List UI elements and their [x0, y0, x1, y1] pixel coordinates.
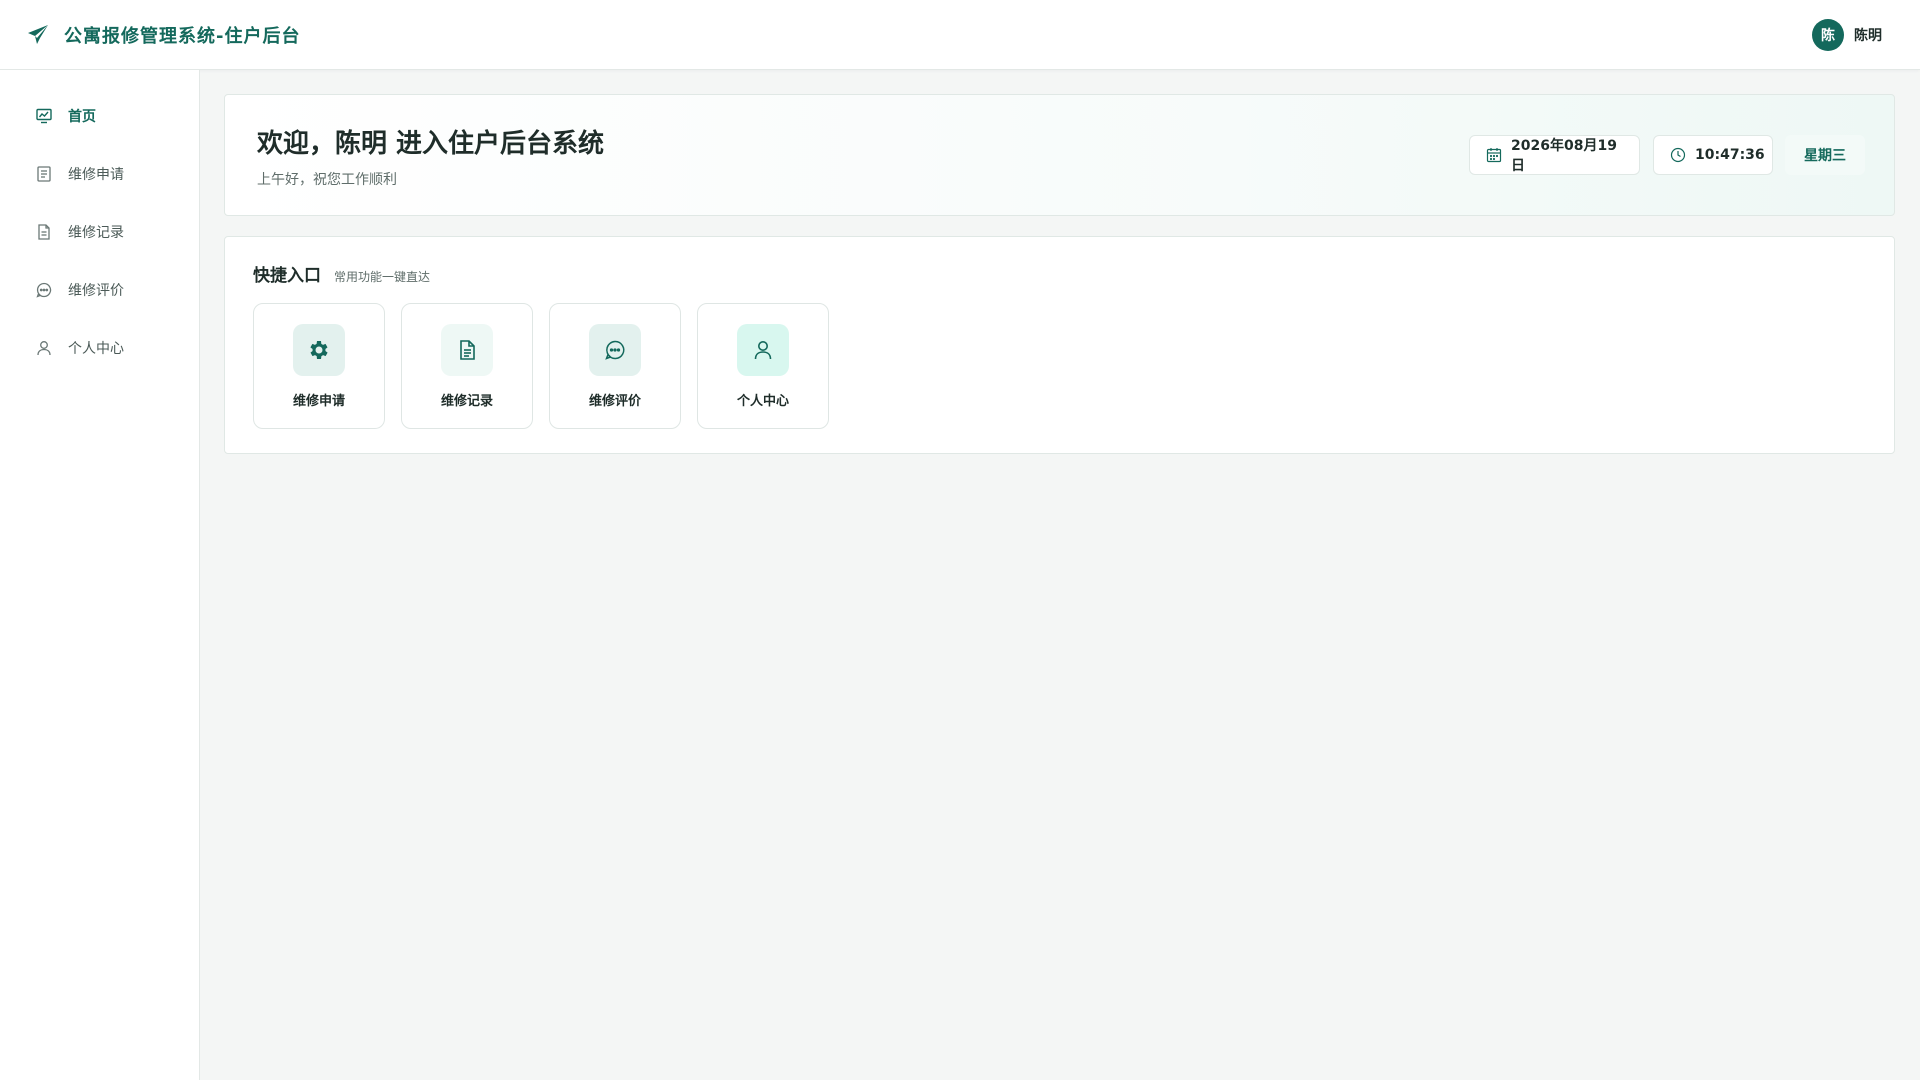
- quick-card-repair-request[interactable]: 维修申请: [253, 303, 385, 429]
- sidebar-item-label: 维修记录: [68, 225, 124, 241]
- quick-card-label: 个人中心: [736, 394, 789, 409]
- sidebar-item-repair-review[interactable]: 维修评价: [0, 266, 199, 314]
- quick-entry-header: 快捷入口 常用功能一键直达: [253, 261, 430, 286]
- user-menu[interactable]: 陈 陈明: [1812, 19, 1882, 51]
- brand[interactable]: 公寓报修管理系统-住户后台: [26, 22, 300, 48]
- sidebar-item-home[interactable]: 首页: [0, 92, 199, 140]
- sidebar-item-label: 维修申请: [68, 167, 124, 183]
- calendar-icon: [1486, 147, 1502, 163]
- gear-icon: [293, 324, 345, 376]
- quick-card-repair-records[interactable]: 维修记录: [401, 303, 533, 429]
- sidebar-item-label: 维修评价: [68, 283, 124, 299]
- quick-card-label: 维修记录: [440, 394, 493, 409]
- form-icon: [35, 165, 53, 183]
- sidebar-item-label: 个人中心: [68, 341, 124, 357]
- sidebar-item-repair-request[interactable]: 维修申请: [0, 150, 199, 198]
- time-badge: 10:47:36: [1653, 135, 1773, 175]
- user-icon: [35, 339, 53, 357]
- dashboard-icon: [35, 107, 53, 125]
- sidebar: 首页 维修申请 维修记录 维修评价 个人中心: [0, 70, 200, 1080]
- welcome-banner: 欢迎，陈明 进入住户后台系统 上午好，祝您工作顺利 2026年08月19日 10…: [224, 94, 1895, 216]
- welcome-title: 欢迎，陈明 进入住户后台系统: [257, 129, 605, 159]
- sidebar-item-repair-records[interactable]: 维修记录: [0, 208, 199, 256]
- quick-entry-panel: 快捷入口 常用功能一键直达 维修申请 维修记录 维修评价 个人中心: [224, 236, 1895, 454]
- quick-card-profile[interactable]: 个人中心: [697, 303, 829, 429]
- date-badge: 2026年08月19日: [1469, 135, 1640, 175]
- avatar[interactable]: 陈: [1812, 19, 1844, 51]
- paper-plane-icon: [26, 23, 50, 47]
- quick-card-label: 维修评价: [588, 394, 641, 409]
- sidebar-item-label: 首页: [68, 109, 96, 125]
- weekday-badge: 星期三: [1785, 135, 1865, 175]
- quick-card-repair-review[interactable]: 维修评价: [549, 303, 681, 429]
- app-title: 公寓报修管理系统-住户后台: [64, 26, 301, 47]
- top-header: 公寓报修管理系统-住户后台 陈 陈明: [0, 0, 1920, 70]
- quick-card-label: 维修申请: [292, 394, 345, 409]
- user-name[interactable]: 陈明: [1854, 25, 1882, 45]
- date-text: 2026年08月19日: [1511, 138, 1617, 174]
- time-text: 10:47:36: [1695, 147, 1765, 163]
- user-icon: [737, 324, 789, 376]
- chat-icon: [35, 281, 53, 299]
- document-icon: [441, 324, 493, 376]
- welcome-subtitle: 上午好，祝您工作顺利: [257, 172, 397, 188]
- quick-entry-subtitle: 常用功能一键直达: [334, 270, 431, 284]
- sidebar-item-profile[interactable]: 个人中心: [0, 324, 199, 372]
- chat-icon: [589, 324, 641, 376]
- clock-icon: [1670, 147, 1686, 163]
- quick-entry-title: 快捷入口: [253, 266, 321, 286]
- document-icon: [35, 223, 53, 241]
